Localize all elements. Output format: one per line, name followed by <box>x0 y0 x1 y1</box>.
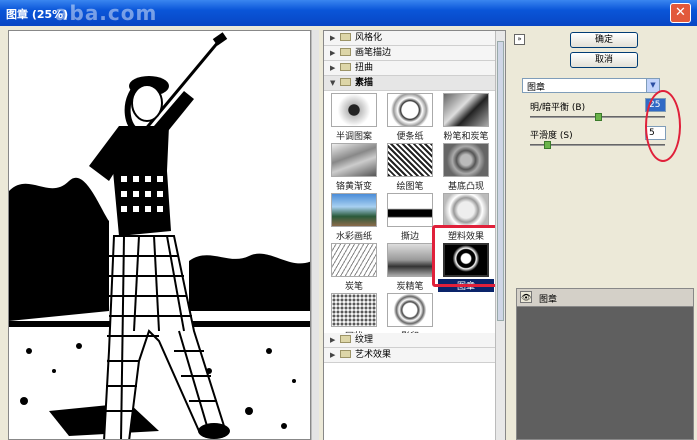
filter-bas-relief[interactable]: 基底凸现 <box>438 143 494 193</box>
sketch-filter-thumbnails: 半调图案 便条纸 粉笔和炭笔 铬黄渐变 绘图笔 基底凸现 水彩画纸 撕边 塑料效… <box>324 93 496 353</box>
title-bar: 图章 (25%) aba.com ✕ <box>0 0 697 26</box>
thumbnail-image <box>331 143 377 177</box>
filter-chrome[interactable]: 铬黄渐变 <box>326 143 382 193</box>
selected-filter-highlight <box>432 225 498 287</box>
thumbnail-image <box>331 93 377 127</box>
light-dark-balance-label: 明/暗平衡 (B) <box>530 103 586 113</box>
thumbnail-image <box>387 293 433 327</box>
category-texture[interactable]: ▶ 纹理 <box>324 333 496 348</box>
collapse-icon: ▼ <box>330 79 336 87</box>
expand-icon: ▶ <box>330 34 336 42</box>
category-distort[interactable]: ▶ 扭曲 <box>324 61 496 76</box>
chevron-down-icon[interactable]: ▼ <box>646 79 659 92</box>
expand-icon: ▶ <box>330 49 336 57</box>
category-list: ▶ 风格化 ▶ 画笔描边 ▶ 扭曲 ▼ 素描 半调图案 便条纸 粉笔和炭笔 铬黄渐变 <box>324 31 498 440</box>
thumbnail-image <box>331 243 377 277</box>
category-artistic[interactable]: ▶ 艺术效果 <box>324 348 496 363</box>
category-list-bottom: ▶ 纹理 ▶ 艺术效果 <box>324 333 496 363</box>
filter-torn-edges[interactable]: 撕边 <box>382 193 438 243</box>
filter-halftone-pattern[interactable]: 半调图案 <box>326 93 382 143</box>
effect-layer[interactable]: 👁 图章 <box>517 289 693 307</box>
folder-icon <box>340 63 351 71</box>
slider-knob[interactable] <box>594 113 602 121</box>
gallery-scrollbar[interactable] <box>495 31 505 440</box>
filter-water-paper[interactable]: 水彩画纸 <box>326 193 382 243</box>
folder-icon <box>340 335 351 343</box>
folder-open-icon <box>340 78 351 86</box>
filter-chalk-charcoal[interactable]: 粉笔和炭笔 <box>438 93 494 143</box>
filter-note-paper[interactable]: 便条纸 <box>382 93 438 143</box>
preview-pane[interactable] <box>8 30 311 440</box>
thumbnail-image <box>443 143 489 177</box>
category-brush-strokes[interactable]: ▶ 画笔描边 <box>324 46 496 61</box>
thumbnail-image <box>331 193 377 227</box>
folder-icon <box>340 48 351 56</box>
stamp-preview-image <box>9 31 310 439</box>
filter-conte-crayon[interactable]: 炭精笔 <box>382 243 438 293</box>
cancel-button[interactable]: 取消 <box>570 52 638 68</box>
smoothness-label: 平滑度 (S) <box>530 131 573 141</box>
thumbnail-image <box>443 93 489 127</box>
annotation-circle <box>645 90 681 162</box>
eye-icon[interactable]: 👁 <box>520 291 532 303</box>
thumbnail-image <box>331 293 377 327</box>
layer-name: 图章 <box>539 295 558 305</box>
filter-graphic-pen[interactable]: 绘图笔 <box>382 143 438 193</box>
close-button[interactable]: ✕ <box>670 3 691 23</box>
thumbnail-image <box>387 143 433 177</box>
watermark: aba.com <box>55 1 158 25</box>
expand-icon: ▶ <box>330 64 336 72</box>
effect-layers-panel: 👁 图章 <box>516 288 694 440</box>
folder-icon <box>340 33 351 41</box>
thumbnail-image <box>443 193 489 227</box>
filter-gallery: ▶ 风格化 ▶ 画笔描边 ▶ 扭曲 ▼ 素描 半调图案 便条纸 粉笔和炭笔 铬黄渐变 <box>323 30 506 440</box>
slider-knob[interactable] <box>543 141 551 149</box>
expand-icon: ▶ <box>330 336 336 344</box>
scrollbar-thumb[interactable] <box>497 41 504 321</box>
collapse-gallery-button[interactable]: » <box>514 34 525 45</box>
category-sketch[interactable]: ▼ 素描 <box>324 76 496 91</box>
ok-button[interactable]: 确定 <box>570 32 638 48</box>
settings-panel: » 确定 取消 图章 ▼ 明/暗平衡 (B) 25 平滑度 (S) 5 👁 图章 <box>510 30 697 440</box>
filter-select[interactable]: 图章 ▼ <box>522 78 660 93</box>
thumbnail-image <box>387 193 433 227</box>
folder-icon <box>340 350 351 358</box>
smoothness-slider[interactable] <box>530 141 665 149</box>
thumbnail-image <box>387 93 433 127</box>
expand-icon: ▶ <box>330 351 336 359</box>
preview-scrollbar[interactable] <box>311 30 319 440</box>
category-stylize[interactable]: ▶ 风格化 <box>324 31 496 46</box>
thumbnail-image <box>387 243 433 277</box>
filter-charcoal[interactable]: 炭笔 <box>326 243 382 293</box>
